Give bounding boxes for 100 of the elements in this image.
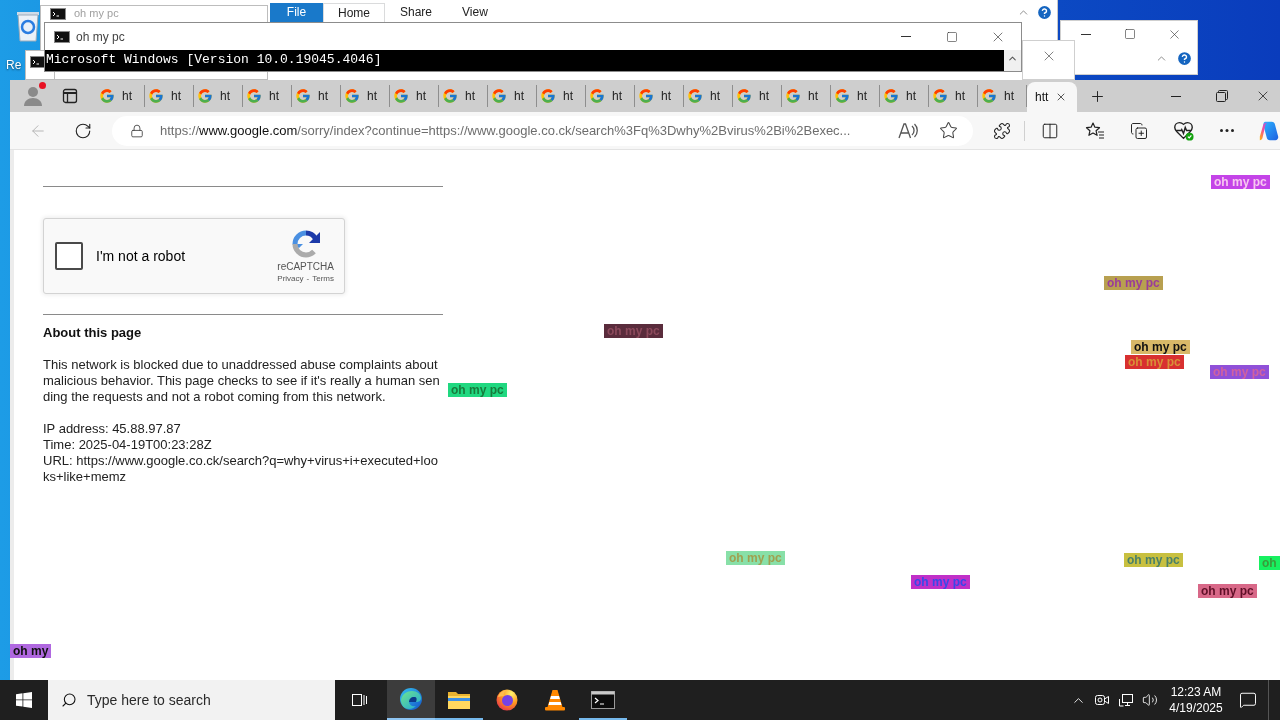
- search-field[interactable]: Type here to search: [87, 689, 327, 711]
- scrollbar[interactable]: [1004, 50, 1021, 71]
- overlay-label: oh my pc: [448, 383, 507, 397]
- browser-tab[interactable]: ht: [831, 85, 880, 107]
- browser-tab[interactable]: ht: [292, 85, 341, 107]
- terminal-icon: [591, 691, 615, 709]
- help-icon[interactable]: [1036, 4, 1053, 21]
- browser-tab[interactable]: ht: [782, 85, 831, 107]
- terms-link[interactable]: Terms: [312, 273, 334, 284]
- overlay-label: oh my pc: [1210, 365, 1269, 379]
- browser-tab[interactable]: ht: [733, 85, 782, 107]
- help-icon[interactable]: [1176, 49, 1193, 67]
- clock-date: 4/19/2025: [1169, 700, 1223, 716]
- page-paragraph: This network is blocked due to unaddressed abuse complaints about malicious behavior. This page checks to see if it's really a human sending the requests and not a robot coming from this network.: [43, 357, 441, 405]
- browser-tab[interactable]: ht: [96, 85, 145, 107]
- ribbon-tab[interactable]: Home: [323, 3, 385, 22]
- address-bar[interactable]: https://www.google.com/sorry/index?continue=https://www.google.co.ck/search%3Fq%3Dwhy%2Bvirus%2Bi%2Bexec...: [112, 115, 973, 146]
- tab-title: ht: [955, 88, 965, 105]
- clock-time: 12:23 AM: [1170, 684, 1222, 700]
- browser-tab[interactable]: ht: [684, 85, 733, 107]
- browser-tab[interactable]: ht: [145, 85, 194, 107]
- overlay-label: oh: [1259, 556, 1280, 570]
- refresh-icon: [74, 121, 92, 140]
- console-line: Microsoft Windows [Version 10.0.19045.4046]: [46, 51, 383, 69]
- read-aloud-icon[interactable]: [898, 121, 918, 140]
- browser-tab[interactable]: ht: [488, 85, 537, 107]
- star-icon[interactable]: [939, 121, 958, 140]
- g-logo-icon: [148, 88, 164, 104]
- desktop-icon-label: Re: [6, 58, 22, 72]
- clock[interactable]: 12:23 AM 4/19/2025: [1166, 684, 1226, 716]
- copilot-logo-icon[interactable]: [1258, 119, 1280, 142]
- g-logo-icon: [393, 88, 409, 104]
- maximize-icon: [1124, 28, 1136, 40]
- browser-tab[interactable]: ht: [929, 85, 978, 107]
- captcha-checkbox[interactable]: [55, 242, 83, 270]
- tab-title: ht: [563, 88, 573, 105]
- profile-avatar-icon[interactable]: [22, 85, 44, 107]
- detail-line: Time: 2025-04-19T00:23:28Z: [43, 437, 213, 453]
- browser-tab[interactable]: ht: [390, 85, 439, 107]
- tab-actions-icon: [62, 88, 78, 104]
- ribbon-tab[interactable]: Share: [385, 3, 448, 22]
- browser-tab[interactable]: ht: [635, 85, 684, 107]
- captcha-label: I'm not a robot: [96, 246, 186, 266]
- minimize-icon: [901, 36, 911, 37]
- g-logo-icon: [344, 88, 360, 104]
- detail-line: IP address: 45.88.97.87: [43, 421, 182, 437]
- overlay-label: oh my pc: [726, 551, 785, 565]
- puzzle-icon: [993, 121, 1011, 140]
- ribbon-tab[interactable]: View: [447, 3, 503, 22]
- search-box[interactable]: Type here to search: [48, 680, 335, 720]
- overlay-label: oh my pc: [1125, 355, 1184, 369]
- g-logo-icon: [687, 88, 703, 104]
- tab-title: htt: [1035, 89, 1049, 106]
- tab-title: ht: [1004, 88, 1014, 105]
- browser-tab[interactable]: htt: [1027, 82, 1077, 112]
- browser-tab[interactable]: ht: [880, 85, 929, 107]
- tab-title: ht: [465, 88, 475, 105]
- g-logo-icon: [99, 88, 115, 104]
- tab-actions-button[interactable]: [60, 86, 80, 106]
- browser-tab[interactable]: ht: [586, 85, 635, 107]
- g-logo-icon: [540, 88, 556, 104]
- heart-pulse-icon: [1172, 120, 1194, 141]
- browser-tab[interactable]: ht: [341, 85, 390, 107]
- tab-title: ht: [220, 88, 230, 105]
- lock-icon[interactable]: [130, 123, 144, 138]
- overlay-label: oh my pc: [1124, 553, 1183, 567]
- tab-title: ht: [759, 88, 769, 105]
- url-text[interactable]: https://www.google.com/sorry/index?continue=https://www.google.co.ck/search%3Fq%3Dwhy%2Bvirus%2Bi%2Bexec...: [160, 120, 851, 141]
- tab-title: ht: [612, 88, 622, 105]
- tab-title: ht: [710, 88, 720, 105]
- favorites-icon: [1085, 120, 1105, 141]
- tab-title: ht: [269, 88, 279, 105]
- maximize-icon: [946, 30, 958, 43]
- network-monitor-icon: [1118, 693, 1134, 707]
- g-logo-icon: [197, 88, 213, 104]
- browser-tab[interactable]: ht: [537, 85, 586, 107]
- overlay-label: oh my pc: [1198, 584, 1257, 598]
- link-separator: -: [306, 273, 310, 284]
- overlay-label: oh my: [10, 644, 52, 658]
- collections-icon: [1130, 121, 1148, 140]
- minimize-icon: [1081, 33, 1091, 35]
- g-logo-icon: [736, 88, 752, 104]
- browser-tab[interactable]: ht: [439, 85, 488, 107]
- g-logo-icon: [834, 88, 850, 104]
- privacy-link[interactable]: Privacy: [277, 273, 304, 284]
- minimize-icon: [1171, 95, 1181, 97]
- browser-tab[interactable]: ht: [194, 85, 243, 107]
- tab-title: ht: [661, 88, 671, 105]
- tab-title: ht: [906, 88, 916, 105]
- tab-title: ht: [416, 88, 426, 105]
- overlay-label: oh my pc: [1211, 175, 1270, 189]
- taskbar-app-button[interactable]: [387, 680, 435, 720]
- edge-browser-icon: [399, 687, 423, 711]
- g-logo-icon: [981, 88, 997, 104]
- traffic-cone-icon: [543, 688, 567, 712]
- browser-tab[interactable]: ht: [243, 85, 292, 107]
- file-menu-button[interactable]: File: [270, 3, 323, 22]
- tab-title: ht: [122, 88, 132, 105]
- overlay-label: oh my pc: [1131, 340, 1190, 354]
- g-logo-icon: [785, 88, 801, 104]
